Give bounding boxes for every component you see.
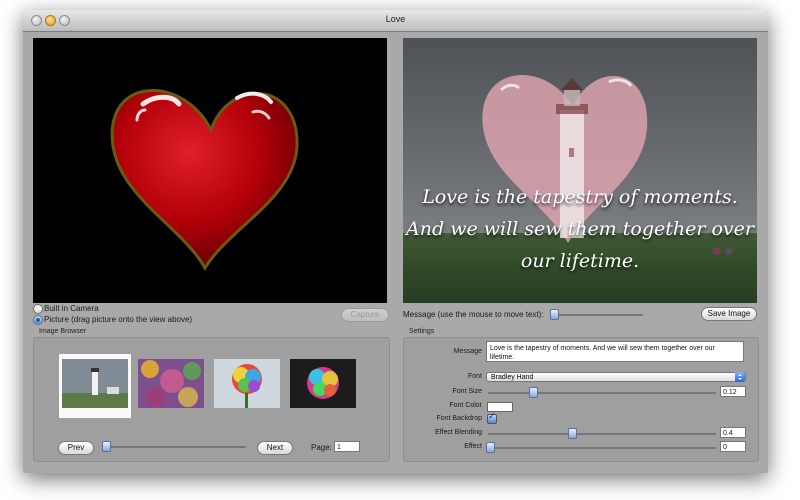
overlay-quote-text[interactable]: Love is the tapestry of moments. And we … (403, 181, 757, 277)
effect-blending-field[interactable]: 0.4 (720, 427, 746, 438)
font-label: Font (467, 373, 482, 380)
font-color-well[interactable] (487, 402, 513, 412)
quote-line-1: Love is the tapestry of moments. (422, 186, 738, 208)
font-select[interactable]: Bradley Hand (486, 372, 746, 382)
font-backdrop-checkbox[interactable] (487, 412, 497, 424)
message-position-label: Message (use the mouse to move text): (403, 310, 544, 319)
effect-blending-track[interactable] (488, 433, 716, 435)
flowers-thumbnail[interactable] (138, 359, 204, 408)
window-title: Love (385, 14, 406, 24)
effect-label: Effect (464, 443, 482, 450)
effect-blending-knob[interactable] (568, 428, 577, 439)
font-size-knob[interactable] (529, 387, 538, 398)
rainbow-rose-thumbnail[interactable] (214, 359, 280, 408)
page-label: Page: (311, 443, 332, 452)
save-image-button[interactable]: Save Image (701, 307, 757, 321)
font-size-label: Font Size (452, 388, 482, 395)
picture-radio[interactable] (33, 315, 43, 325)
prev-page-button[interactable]: Prev (58, 441, 94, 455)
next-page-button[interactable]: Next (257, 441, 293, 455)
font-size-track[interactable] (488, 392, 716, 394)
lighthouse-thumbnail[interactable] (62, 359, 128, 408)
message-position-knob[interactable] (550, 309, 559, 320)
rainbow-rose-2-thumbnail[interactable] (290, 359, 356, 408)
quote-line-3: our lifetime. (520, 250, 640, 272)
picture-label: Picture (drag picture onto the view abov… (44, 315, 193, 324)
effect-track[interactable] (488, 447, 716, 449)
preview-image-view[interactable]: Love is the tapestry of moments. And we … (403, 38, 757, 303)
effect-blending-label: Effect Blending (435, 429, 482, 436)
title-bar[interactable]: Love (23, 10, 768, 32)
font-color-label: Font Color (449, 402, 482, 409)
font-size-field[interactable]: 0.12 (720, 386, 746, 397)
thumbnail-zoom-track[interactable] (104, 446, 246, 448)
settings-title: Settings (409, 328, 435, 335)
app-window: Love Love is the tapestry of moments. An… (23, 10, 768, 473)
message-label: Message (453, 348, 482, 355)
built-in-camera-label: Built in Camera (44, 304, 99, 313)
image-browser-group: Prev Next Page: 1 (33, 337, 390, 462)
heart-image (110, 89, 299, 272)
page-number-field[interactable]: 1 (334, 441, 360, 452)
font-select-value: Bradley Hand (491, 374, 534, 381)
quote-line-2: And we will sew them together over (406, 218, 754, 240)
message-textarea[interactable]: Love is the tapestry of moments. And we … (486, 341, 744, 362)
source-image-view[interactable] (33, 38, 387, 303)
thumbnail-zoom-knob[interactable] (102, 441, 111, 452)
message-position-track[interactable] (551, 314, 643, 316)
built-in-camera-radio[interactable] (33, 304, 43, 314)
capture-button[interactable]: Capture (341, 308, 389, 322)
effect-knob[interactable] (486, 442, 495, 453)
settings-group: Message Love is the tapestry of moments.… (403, 337, 759, 462)
font-backdrop-label: Font Backdrop (436, 415, 482, 422)
effect-field[interactable]: 0 (720, 441, 746, 452)
select-arrows-icon (735, 372, 745, 382)
image-browser-title: Image Browser (39, 328, 87, 335)
